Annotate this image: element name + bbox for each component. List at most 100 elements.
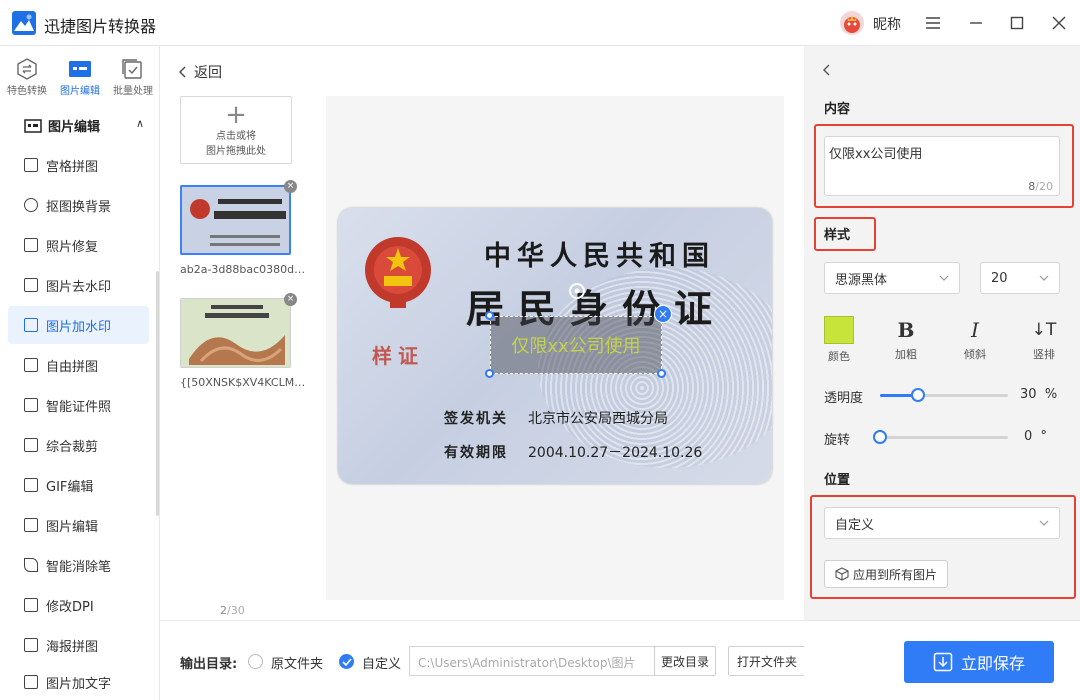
crop-icon	[24, 438, 38, 452]
upload-dropzone[interactable]: + 点击或将 图片拖拽此处	[180, 96, 292, 164]
watermark-box[interactable]: 仅限xx公司使用	[490, 316, 662, 374]
thumbnail-2-name: {[50XNSK$XV4KCLM4...	[180, 376, 306, 389]
main-area: 返回 + 点击或将 图片拖拽此处 × ab2a-3d88bac0380d6...…	[160, 46, 804, 620]
output-label: 输出目录:	[180, 657, 238, 672]
output-path-input[interactable]: C:\Users\Administrator\Desktop\图片	[409, 646, 655, 676]
avatar[interactable]	[840, 11, 864, 35]
tab-batch-process[interactable]: 批量处理	[107, 58, 159, 97]
chevron-up-icon[interactable]: ∧	[136, 117, 144, 130]
cube-icon	[835, 567, 849, 581]
cutout-icon	[24, 198, 38, 212]
bold-icon: B	[897, 318, 915, 342]
font-size-select[interactable]: 20	[980, 262, 1060, 294]
sidebar-scrollbar[interactable]	[156, 271, 159, 516]
thumbnail-1[interactable]	[180, 185, 291, 255]
content-title: 内容	[824, 102, 851, 117]
eraser-icon	[24, 558, 38, 572]
nickname[interactable]: 昵称	[873, 14, 901, 34]
italic-button[interactable]: I 倾斜	[953, 316, 997, 362]
font-family-select[interactable]: 思源黑体	[824, 262, 960, 294]
sidebar-item-add-watermark[interactable]: 图片加水印	[8, 306, 149, 344]
sidebar-item-id-photo[interactable]: 智能证件照	[8, 386, 149, 424]
rotate-label: 旋转	[824, 433, 851, 448]
sidebar-item-photo-repair[interactable]: 照片修复	[8, 226, 149, 264]
sidebar: 特色转换 图片编辑 批量处理 图片编辑 ∧ 宫格拼图 抠图换背景 照片修复 图片…	[0, 46, 160, 700]
save-button[interactable]: 立即保存	[904, 641, 1054, 683]
sidebar-item-remove-watermark[interactable]: 图片去水印	[8, 266, 149, 304]
image-icon	[24, 518, 38, 532]
sidebar-item-free-collage[interactable]: 自由拼图	[8, 346, 149, 384]
plus-icon: +	[225, 100, 247, 130]
tab-image-edit[interactable]: 图片编辑	[54, 58, 106, 97]
validity-row: 有效期限 2004.10.27－2024.10.26	[444, 445, 703, 461]
original-folder-label[interactable]: 原文件夹	[271, 653, 323, 672]
rotate-knob[interactable]	[873, 430, 887, 444]
resize-handle-tl[interactable]	[485, 311, 494, 320]
chevron-down-icon	[1039, 275, 1049, 281]
vertical-text-icon: ↓T	[1031, 320, 1057, 340]
settings-panel: 内容 仅限xx公司使用 8/20 样式 思源黑体 20 颜色 B 加粗 I 倾斜…	[804, 46, 1080, 700]
remove-thumbnail-2-icon[interactable]: ×	[284, 293, 297, 306]
custom-folder-label[interactable]: 自定义	[362, 653, 401, 672]
sidebar-item-dpi[interactable]: 修改DPI	[8, 586, 149, 624]
tab-special-convert[interactable]: 特色转换	[1, 58, 53, 97]
sidebar-item-cutout[interactable]: 抠图换背景	[8, 186, 149, 224]
app-title: 迅捷图片转换器	[44, 17, 157, 36]
national-emblem-icon	[360, 232, 436, 310]
color-picker[interactable]: 颜色	[817, 316, 861, 364]
card-title: 中华人民共和国	[484, 241, 715, 272]
id-photo-icon	[24, 398, 38, 412]
opacity-label: 透明度	[824, 391, 864, 406]
title-bar: 迅捷图片转换器 昵称	[0, 0, 1080, 46]
add-watermark-icon	[24, 318, 38, 332]
preview-canvas: 中华人民共和国 居民身份证 样证 签发机关 北京市公安局西城分局 有效期限 20…	[326, 96, 784, 600]
add-text-icon	[24, 675, 38, 689]
change-dir-button[interactable]: 更改目录	[654, 646, 716, 676]
radio-custom-folder[interactable]	[339, 654, 354, 669]
id-card-image: 中华人民共和国 居民身份证 样证 签发机关 北京市公安局西城分局 有效期限 20…	[338, 208, 772, 484]
vertical-text-button[interactable]: ↓T 竖排	[1022, 316, 1066, 362]
sidebar-item-gif-edit[interactable]: GIF编辑	[8, 466, 149, 504]
sidebar-item-grid-collage[interactable]: 宫格拼图	[8, 146, 149, 184]
color-swatch	[824, 316, 854, 344]
opacity-value: 30 %	[1020, 387, 1058, 402]
back-button[interactable]: 返回	[178, 62, 222, 82]
sample-stamp: 样证	[372, 344, 424, 368]
grid-icon	[24, 158, 38, 172]
rotate-value: 0 °	[1024, 429, 1048, 444]
position-select[interactable]: 自定义	[824, 507, 1060, 539]
thumbnail-2[interactable]	[180, 298, 291, 368]
dpi-icon	[24, 598, 38, 612]
sidebar-item-poster-collage[interactable]: 海报拼图	[8, 626, 149, 664]
app-logo	[12, 11, 36, 35]
minimize-icon[interactable]	[965, 12, 987, 34]
remove-watermark-icon	[24, 278, 38, 292]
maximize-icon[interactable]	[1006, 12, 1028, 34]
rotate-slider[interactable]	[873, 430, 1008, 444]
menu-icon[interactable]	[922, 12, 944, 34]
remove-thumbnail-1-icon[interactable]: ×	[284, 180, 297, 193]
resize-handle-bl[interactable]	[485, 369, 494, 378]
char-counter: 8/20	[1028, 180, 1053, 193]
convert-icon	[15, 58, 39, 80]
open-folder-button[interactable]: 打开文件夹	[728, 646, 806, 676]
opacity-knob[interactable]	[911, 388, 926, 402]
sidebar-item-crop[interactable]: 综合裁剪	[8, 426, 149, 464]
position-title: 位置	[824, 473, 851, 488]
collapse-panel-icon[interactable]	[822, 64, 830, 80]
sidebar-item-eraser[interactable]: 智能消除笔	[8, 546, 149, 584]
download-icon	[933, 652, 953, 672]
close-icon[interactable]	[1048, 12, 1070, 34]
resize-handle-br[interactable]	[657, 369, 666, 378]
apply-all-button[interactable]: 应用到所有图片	[824, 560, 949, 588]
section-image-edit[interactable]: 图片编辑	[24, 116, 100, 135]
opacity-slider[interactable]	[880, 388, 1008, 402]
sidebar-item-image-edit[interactable]: 图片编辑	[8, 506, 149, 544]
sidebar-item-add-text[interactable]: 图片加文字	[8, 666, 149, 698]
bold-button[interactable]: B 加粗	[884, 316, 928, 362]
batch-icon	[121, 58, 145, 80]
watermark-delete-icon[interactable]: ×	[654, 305, 672, 323]
radio-original-folder[interactable]	[248, 654, 263, 669]
rotate-handle-icon[interactable]	[568, 282, 586, 300]
watermark-text-input[interactable]: 仅限xx公司使用 8/20	[824, 136, 1060, 196]
